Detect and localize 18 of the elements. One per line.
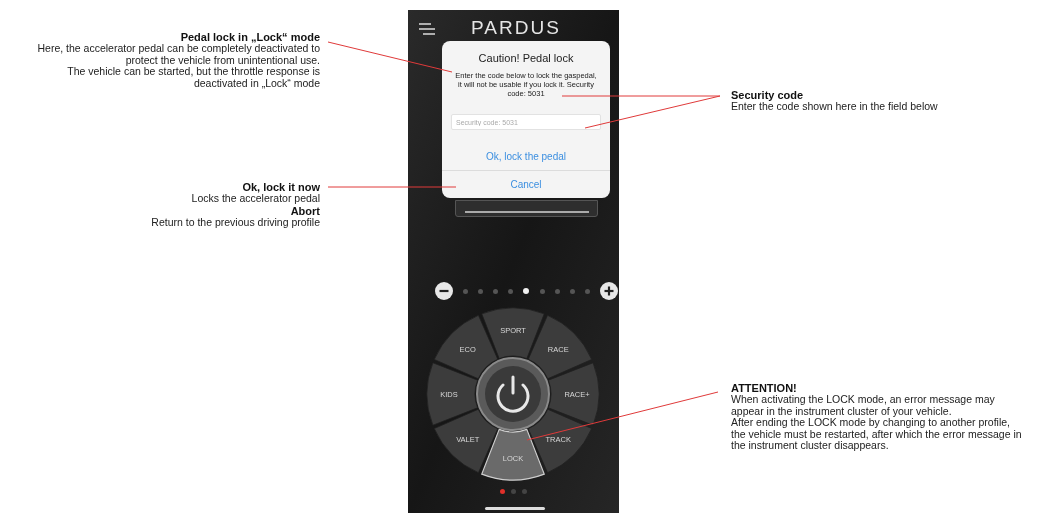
dialog-title: Caution! Pedal lock — [478, 52, 574, 65]
annotation-text: Here, the accelerator pedal can be completely deactivated to protect the vehicle from unintentional use. The vehicle can be started, but the throttle response is deactivated in „Lock“ mode — [37, 43, 320, 89]
power-button[interactable] — [476, 357, 550, 431]
annotation-text: Locks the accelerator pedal — [190, 193, 320, 205]
power-icon — [496, 375, 530, 413]
annotation-title: Ok, lock it now — [241, 181, 320, 193]
home-indicator[interactable] — [485, 507, 545, 510]
annotation-text: Return to the previous driving profile — [151, 216, 320, 228]
annotation-title: Abort — [289, 204, 320, 217]
plus-icon[interactable] — [599, 282, 618, 300]
annotation-title: ATTENTION! — [731, 382, 798, 394]
annotation-text: When activating the LOCK mode, an error message may appear in the instrument cluster of your vehicle. After ending the LOCK mode by changing to another profile, the vehicle must be restarted, after which the error message in the instrument cluster disappears. — [731, 394, 1022, 452]
annotation-title: Security code — [731, 89, 804, 101]
annotation-text: Enter the code shown here in the field below — [731, 101, 938, 113]
minus-icon[interactable] — [435, 282, 453, 300]
annotation-title: Pedal lock in „Lock“ mode — [179, 31, 320, 43]
menu-icon[interactable] — [419, 22, 435, 36]
app-title: PARDUS — [470, 18, 562, 38]
